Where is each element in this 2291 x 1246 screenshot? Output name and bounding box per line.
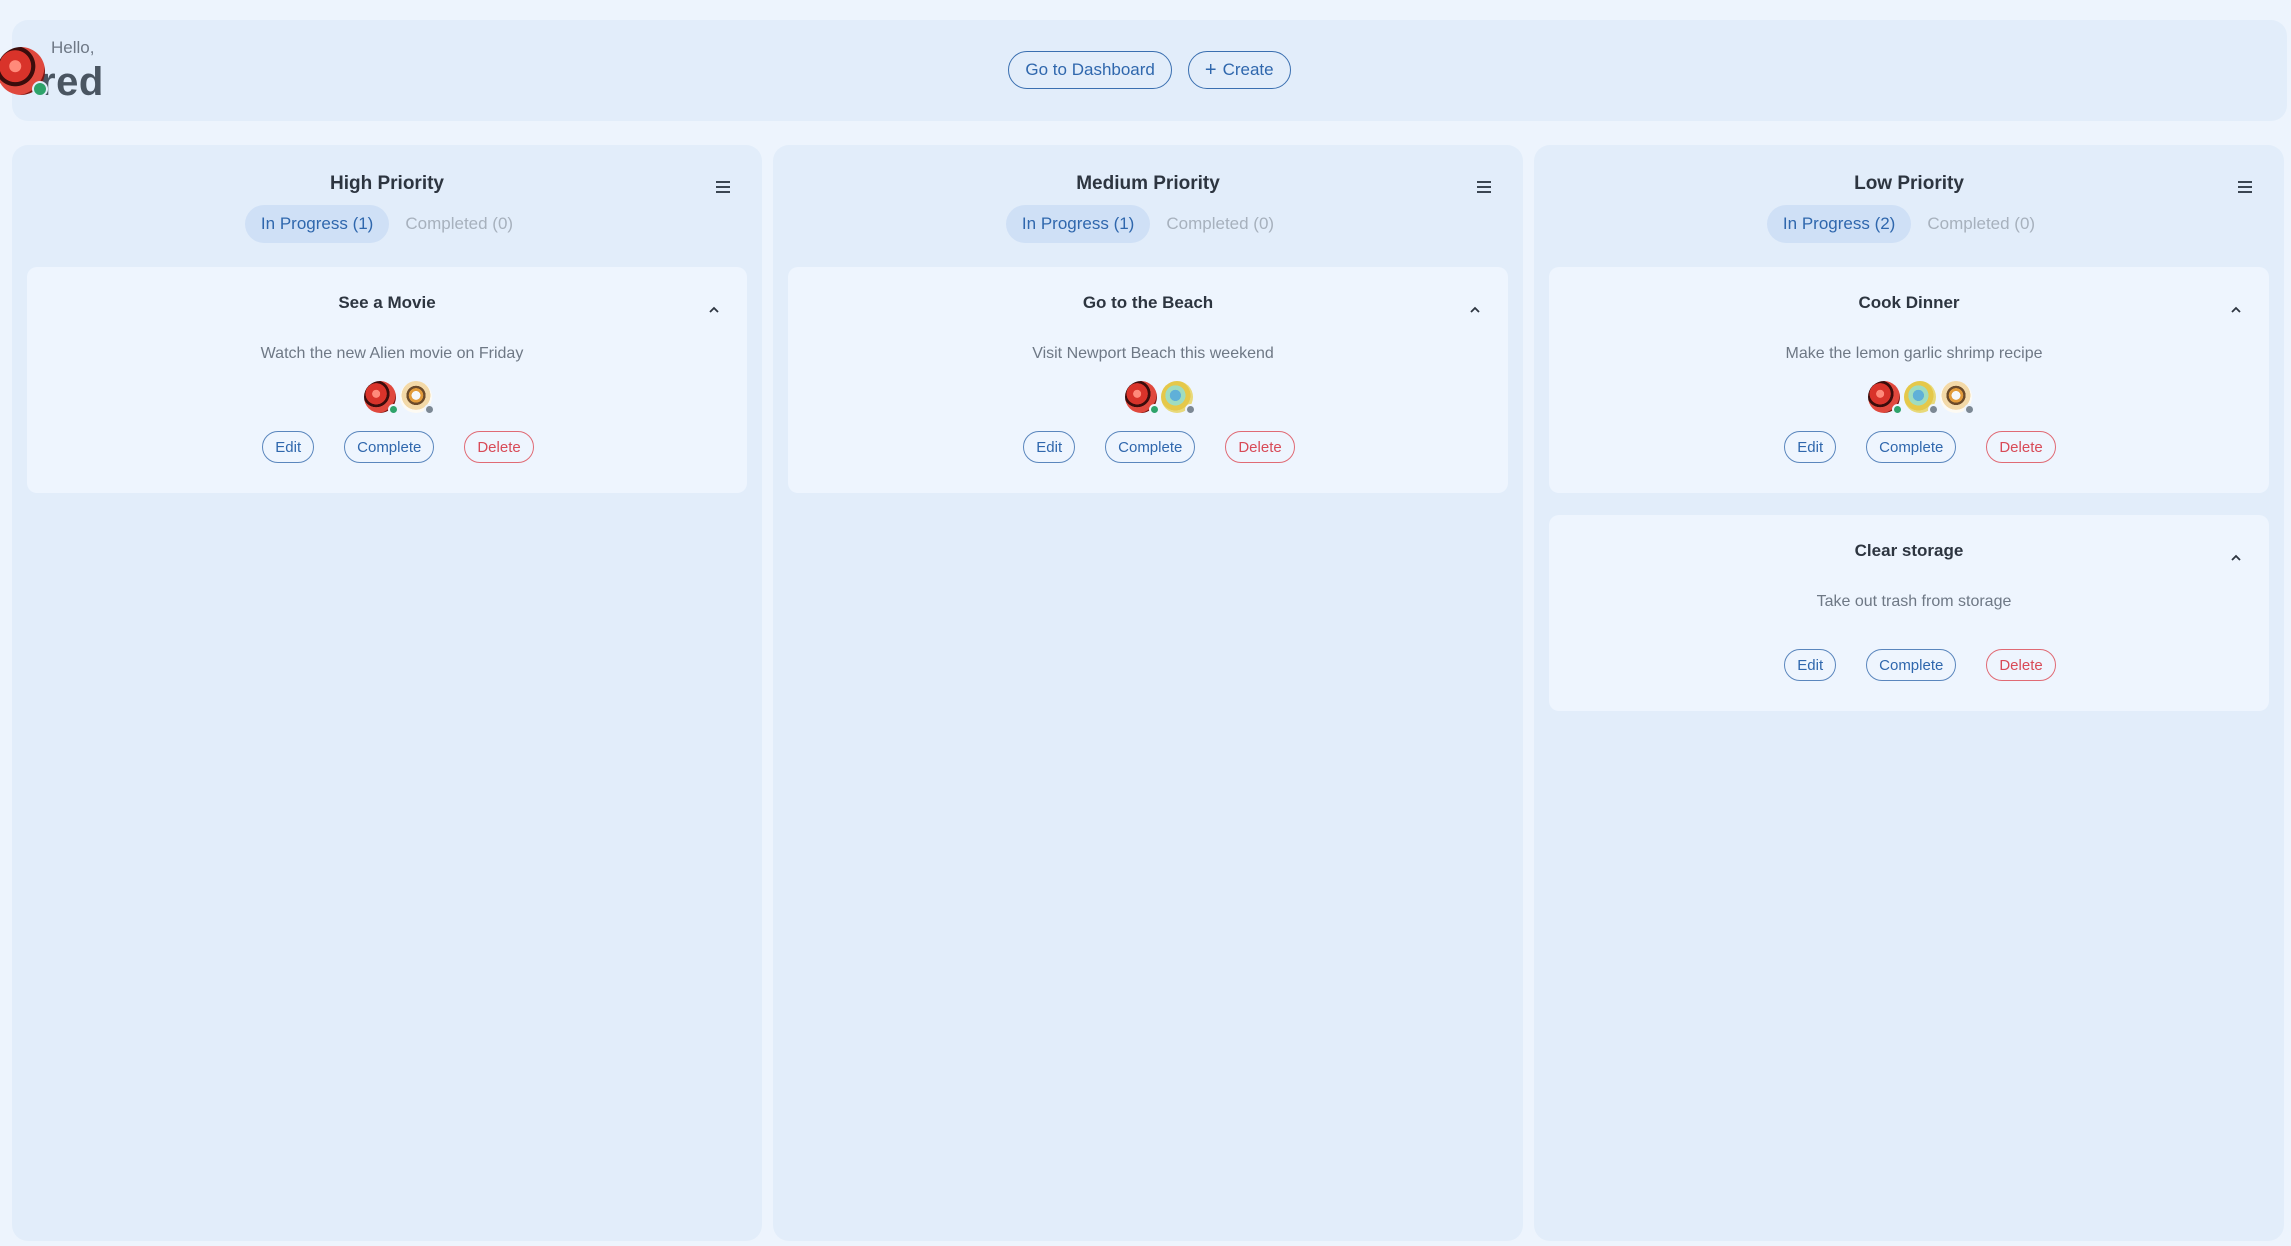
column-title: Low Priority bbox=[1854, 173, 1964, 194]
create-label: Create bbox=[1222, 60, 1274, 79]
edit-button[interactable]: Edit bbox=[1784, 649, 1837, 681]
user-avatar[interactable] bbox=[0, 47, 48, 97]
delete-button[interactable]: Delete bbox=[1986, 431, 2056, 463]
create-button[interactable]: + Create bbox=[1187, 51, 1291, 89]
chevron-up-icon[interactable] bbox=[1470, 305, 1480, 315]
header-bar: Hello, red Go to Dashboard + Create bbox=[0, 20, 2287, 121]
assignee-avatars bbox=[27, 381, 747, 415]
chevron-up-icon[interactable] bbox=[709, 305, 719, 315]
tab-completed[interactable]: Completed (0) bbox=[1911, 205, 2051, 243]
complete-button[interactable]: Complete bbox=[344, 431, 435, 463]
task-title: See a Movie bbox=[338, 293, 436, 312]
online-status-icon bbox=[1892, 404, 1903, 415]
hamburger-menu-icon[interactable] bbox=[716, 181, 730, 193]
hamburger-menu-icon[interactable] bbox=[1477, 181, 1491, 193]
column-high-priority: High Priority In Progress (1) Completed … bbox=[12, 145, 762, 1241]
status-tabs: In Progress (1) Completed (0) bbox=[12, 205, 762, 243]
tab-completed[interactable]: Completed (0) bbox=[1150, 205, 1290, 243]
column-title: High Priority bbox=[329, 173, 444, 194]
offline-status-icon bbox=[424, 404, 435, 415]
assignee-avatar[interactable] bbox=[1940, 381, 1975, 415]
tab-completed[interactable]: Completed (0) bbox=[389, 205, 529, 243]
offline-status-icon bbox=[1928, 404, 1939, 415]
task-description: Visit Newport Beach this weekend bbox=[1032, 345, 1274, 362]
go-to-dashboard-label: Go to Dashboard bbox=[1025, 60, 1155, 79]
tab-in-progress[interactable]: In Progress (1) bbox=[244, 205, 390, 243]
online-status-icon bbox=[388, 404, 399, 415]
hamburger-menu-icon[interactable] bbox=[2238, 181, 2252, 193]
task-description: Watch the new Alien movie on Friday bbox=[260, 345, 524, 362]
task-description: Take out trash from storage bbox=[1816, 593, 2012, 610]
offline-status-icon bbox=[1185, 404, 1196, 415]
assignee-avatar[interactable] bbox=[1868, 381, 1903, 415]
complete-button[interactable]: Complete bbox=[1866, 431, 1957, 463]
go-to-dashboard-button[interactable]: Go to Dashboard bbox=[1008, 51, 1172, 89]
assignee-avatar[interactable] bbox=[1904, 381, 1939, 415]
status-tabs: In Progress (1) Completed (0) bbox=[773, 205, 1523, 243]
chevron-up-icon[interactable] bbox=[2231, 305, 2241, 315]
task-actions: Edit Complete Delete bbox=[788, 431, 1508, 463]
column-title: Medium Priority bbox=[1076, 173, 1220, 194]
task-title: Clear storage bbox=[1854, 541, 1964, 560]
assignee-avatar[interactable] bbox=[1125, 381, 1160, 415]
assignee-avatars bbox=[1549, 381, 2269, 415]
tab-in-progress[interactable]: In Progress (1) bbox=[1005, 205, 1151, 243]
task-description: Make the lemon garlic shrimp recipe bbox=[1785, 345, 2043, 362]
status-tabs: In Progress (2) Completed (0) bbox=[1534, 205, 2284, 243]
complete-button[interactable]: Complete bbox=[1866, 649, 1957, 681]
edit-button[interactable]: Edit bbox=[1784, 431, 1837, 463]
column-medium-priority: Medium Priority In Progress (1) Complete… bbox=[773, 145, 1523, 1241]
edit-button[interactable]: Edit bbox=[1023, 431, 1076, 463]
column-low-priority: Low Priority In Progress (2) Completed (… bbox=[1534, 145, 2284, 1241]
tab-in-progress[interactable]: In Progress (2) bbox=[1766, 205, 1912, 243]
online-status-icon bbox=[1149, 404, 1160, 415]
header-actions: Go to Dashboard + Create bbox=[12, 51, 2287, 89]
offline-status-icon bbox=[1964, 404, 1975, 415]
edit-button[interactable]: Edit bbox=[262, 431, 315, 463]
task-actions: Edit Complete Delete bbox=[1549, 649, 2269, 681]
task-title: Cook Dinner bbox=[1858, 293, 1960, 312]
delete-button[interactable]: Delete bbox=[464, 431, 534, 463]
task-actions: Edit Complete Delete bbox=[27, 431, 747, 463]
delete-button[interactable]: Delete bbox=[1986, 649, 2056, 681]
assignee-avatars bbox=[788, 381, 1508, 415]
delete-button[interactable]: Delete bbox=[1225, 431, 1295, 463]
assignee-avatar[interactable] bbox=[1161, 381, 1196, 415]
task-actions: Edit Complete Delete bbox=[1549, 431, 2269, 463]
task-card: Clear storage Take out trash from storag… bbox=[1549, 515, 2269, 711]
complete-button[interactable]: Complete bbox=[1105, 431, 1196, 463]
task-card: See a Movie Watch the new Alien movie on… bbox=[27, 267, 747, 493]
online-status-icon bbox=[32, 81, 48, 97]
task-card: Cook Dinner Make the lemon garlic shrimp… bbox=[1549, 267, 2269, 493]
chevron-up-icon[interactable] bbox=[2231, 553, 2241, 563]
assignee-avatar[interactable] bbox=[400, 381, 435, 415]
plus-icon: + bbox=[1204, 59, 1217, 81]
task-title: Go to the Beach bbox=[1082, 293, 1214, 312]
task-card: Go to the Beach Visit Newport Beach this… bbox=[788, 267, 1508, 493]
assignee-avatar[interactable] bbox=[364, 381, 399, 415]
